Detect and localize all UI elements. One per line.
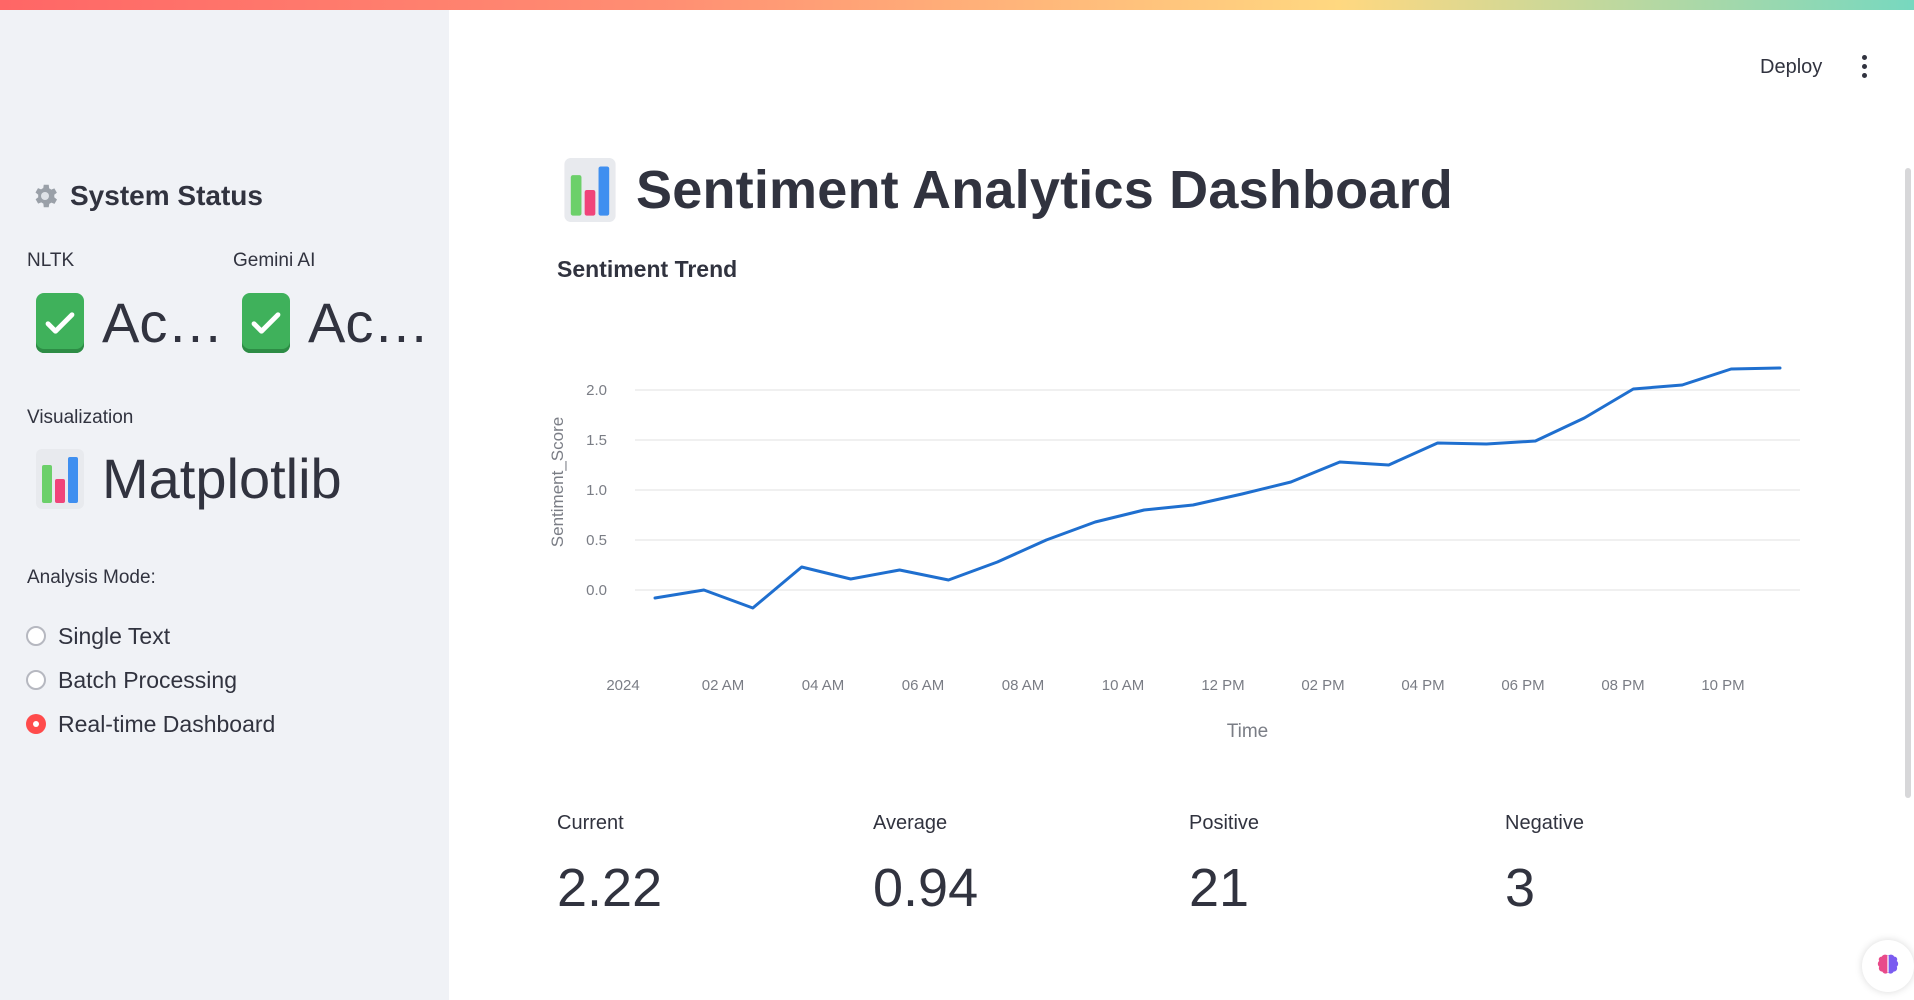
gemini-label: Gemini AI xyxy=(233,250,316,271)
visualization-label: Visualization xyxy=(27,407,134,428)
y-tick-label: 0.0 xyxy=(586,582,607,599)
radio-button[interactable] xyxy=(26,670,46,690)
x-tick-label: 04 PM xyxy=(1401,677,1444,694)
visualization-status: Matplotlib xyxy=(36,446,342,511)
x-tick-label: 08 AM xyxy=(1002,677,1045,694)
y-tick-label: 2.0 xyxy=(586,382,607,399)
nltk-status-value: Ac… xyxy=(102,291,224,354)
metric-value: 0.94 xyxy=(873,858,979,918)
gear-icon xyxy=(35,184,58,208)
metric-label: Positive xyxy=(1189,812,1260,834)
x-tick-label: 06 PM xyxy=(1501,677,1544,694)
y-tick-label: 0.5 xyxy=(586,532,607,549)
metric-label: Average xyxy=(873,812,948,834)
radio-label: Batch Processing xyxy=(58,666,237,693)
analysis-mode-label: Analysis Mode: xyxy=(27,567,156,588)
bar-chart-icon xyxy=(564,158,616,222)
visualization-value: Matplotlib xyxy=(102,447,342,510)
analysis-mode-radio-group: Single Text Batch Processing Real-time D… xyxy=(26,614,275,746)
deploy-button[interactable]: Deploy xyxy=(1760,56,1822,79)
radio-single-text[interactable]: Single Text xyxy=(26,614,275,658)
sidebar-header: System Status xyxy=(30,180,263,212)
y-axis-label: Sentiment_Score xyxy=(548,417,567,547)
radio-label: Single Text xyxy=(58,622,171,649)
check-icon xyxy=(36,292,84,353)
bar-chart-icon xyxy=(36,448,84,509)
chart-section-title: Sentiment Trend xyxy=(557,256,738,282)
nltk-label: NLTK xyxy=(27,250,75,271)
x-tick-label: 12 PM xyxy=(1201,677,1244,694)
nltk-status: Ac… xyxy=(36,290,223,355)
radio-batch-processing[interactable]: Batch Processing xyxy=(26,658,275,702)
x-tick-label: 08 PM xyxy=(1601,677,1644,694)
metric-average: Average 0.94 xyxy=(873,812,978,919)
gemini-status-value: Ac… xyxy=(308,291,430,354)
metric-positive: Positive 21 xyxy=(1189,812,1259,919)
check-icon xyxy=(242,292,290,353)
sidebar: System Status NLTK Ac… Gemini AI Ac… Vis… xyxy=(0,10,449,1000)
brain-icon xyxy=(1877,954,1899,974)
gemini-status: Ac… xyxy=(242,290,429,355)
metric-value: 21 xyxy=(1189,858,1250,918)
metric-negative: Negative 3 xyxy=(1505,812,1584,919)
x-tick-label: 02 PM xyxy=(1301,677,1344,694)
x-axis-label: Time xyxy=(1227,721,1269,742)
metric-label: Current xyxy=(557,812,624,834)
main-scrollbar[interactable] xyxy=(1905,168,1911,798)
sentiment-series-line xyxy=(653,366,1782,610)
x-tick-label: 2024 xyxy=(606,677,639,694)
y-tick-label: 1.5 xyxy=(586,432,607,449)
x-tick-label: 04 AM xyxy=(802,677,845,694)
kebab-menu-icon[interactable] xyxy=(1855,55,1873,83)
x-tick-label: 10 AM xyxy=(1102,677,1145,694)
x-tick-label: 10 PM xyxy=(1701,677,1744,694)
page-title: Sentiment Analytics Dashboard xyxy=(636,160,1453,220)
page-title-row: Sentiment Analytics Dashboard xyxy=(564,158,1453,222)
radio-button-selected[interactable] xyxy=(26,714,46,734)
x-tick-label: 06 AM xyxy=(902,677,945,694)
brain-icon-button[interactable] xyxy=(1862,940,1914,992)
metric-value: 3 xyxy=(1505,858,1536,918)
radio-button[interactable] xyxy=(26,626,46,646)
header-decoration-bar xyxy=(0,0,1914,10)
radio-realtime-dashboard[interactable]: Real-time Dashboard xyxy=(26,702,275,746)
radio-label: Real-time Dashboard xyxy=(58,710,276,737)
sentiment-trend-chart: 0.0 0.5 1.0 1.5 2.0 2024 02 AM 04 AM 06 AM 08 AM 1… xyxy=(548,366,1800,742)
x-tick-label: 02 AM xyxy=(702,677,745,694)
metric-label: Negative xyxy=(1505,812,1584,834)
metric-current: Current 2.22 xyxy=(557,812,662,919)
metric-value: 2.22 xyxy=(557,858,663,918)
sidebar-title: System Status xyxy=(70,180,263,211)
y-tick-label: 1.0 xyxy=(586,482,607,499)
